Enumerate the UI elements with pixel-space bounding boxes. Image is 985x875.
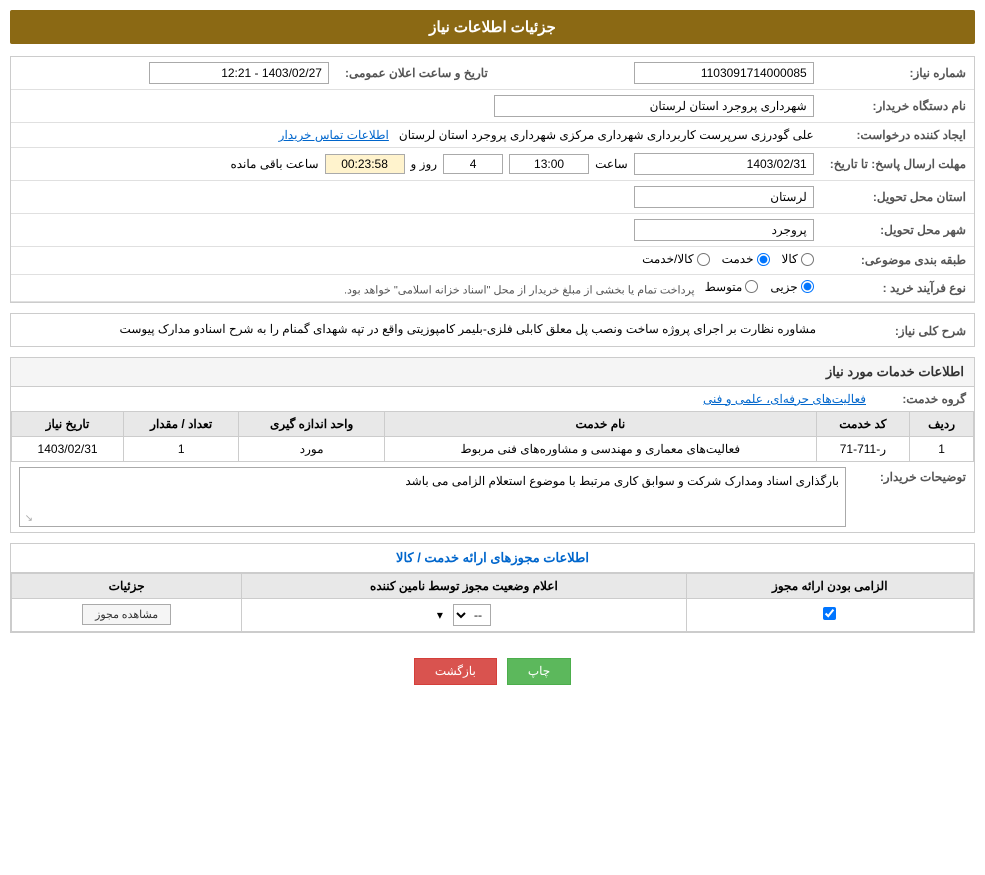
tosih-value: بارگذاری اسناد ومدارک شرکت و سوابق کاری … xyxy=(11,462,854,532)
tosih-table: توضیحات خریدار: بارگذاری اسناد ومدارک شر… xyxy=(11,462,974,532)
main-info-table: شماره نیاز: 1103091714000085 تاریخ و ساع… xyxy=(11,57,974,302)
radio-jezyi-label: جزیی xyxy=(770,280,797,294)
tosih-input: بارگذاری اسناد ومدارک شرکت و سوابق کاری … xyxy=(19,467,846,527)
tarikh-input: 1403/02/27 - 12:21 xyxy=(149,62,329,84)
ostan-input: لرستان xyxy=(634,186,814,208)
sharh-label: شرح کلی نیاز: xyxy=(824,314,974,346)
sharh-table: شرح کلی نیاز: مشاوره نظارت بر اجرای پروژ… xyxy=(11,314,974,346)
ostan-value: لرستان xyxy=(11,181,822,214)
gorooh-label: گروه خدمت: xyxy=(874,387,974,411)
license-table: الزامی بودن ارائه مجوز اعلام وضعیت مجوز … xyxy=(11,573,974,632)
tarighe-value: کالا خدمت کالا/خدمت xyxy=(11,247,822,275)
mohlat-saat-label: ساعت xyxy=(595,157,628,171)
ijad-link[interactable]: اطلاعات تماس خریدار xyxy=(279,128,389,142)
cell-kod: ر-711-71 xyxy=(816,436,910,461)
nooe-label: نوع فرآیند خرید : xyxy=(822,274,974,302)
cell-unit: مورد xyxy=(239,436,385,461)
khadamat-title: اطلاعات خدمات مورد نیاز xyxy=(11,358,974,387)
show-license-button[interactable]: مشاهده مجوز xyxy=(82,604,171,625)
print-button[interactable]: چاپ xyxy=(507,658,571,685)
shahr-input: پروجرد xyxy=(634,219,814,241)
cell-count: 1 xyxy=(124,436,239,461)
table-row: 1ر-711-71فعالیت‌های معماری و مهندسی و مش… xyxy=(12,436,974,461)
radio-khedmat-label: خدمت xyxy=(722,252,754,266)
radio-jezyi-input[interactable] xyxy=(801,280,814,293)
nooe-value: جزیی متوسط پرداخت تمام یا بخشی از مبلغ خ… xyxy=(11,274,822,302)
license-title: اطلاعات مجوزهای ارائه خدمت / کالا xyxy=(11,544,974,573)
col-elzam: الزامی بودن ارائه مجوز xyxy=(686,573,973,598)
mohlat-saat-input: 13:00 xyxy=(509,154,589,174)
radio-kala-input[interactable] xyxy=(801,253,814,266)
ijad-label: ایجاد کننده درخواست: xyxy=(822,123,974,148)
gorooh-table: گروه خدمت: فعالیت‌های حرفه‌ای، علمی و فن… xyxy=(11,387,974,411)
elam-select[interactable]: -- xyxy=(453,604,491,626)
shomara-label: شماره نیاز: xyxy=(822,57,974,90)
col-count: تعداد / مقدار xyxy=(124,411,239,436)
nooe-desc: پرداخت تمام یا بخشی از مبلغ خریدار از مح… xyxy=(344,284,695,296)
radio-motawaset-label: متوسط xyxy=(705,280,743,294)
ijad-value: علی گودرزی سرپرست کاربرداری شهرداری مرکز… xyxy=(11,123,822,148)
col-unit: واحد اندازه گیری xyxy=(239,411,385,436)
page-title: جزئیات اطلاعات نیاز xyxy=(10,10,975,44)
col-name: نام خدمت xyxy=(385,411,817,436)
back-button[interactable]: بازگشت xyxy=(414,658,497,685)
radio-kala-khedmat[interactable]: کالا/خدمت xyxy=(642,252,709,266)
radio-jezyi[interactable]: جزیی xyxy=(770,280,813,294)
cell-name: فعالیت‌های معماری و مهندسی و مشاوره‌های … xyxy=(385,436,817,461)
tarighe-label: طبقه بندی موضوعی: xyxy=(822,247,974,275)
mohlat-value: 1403/02/31 ساعت 13:00 4 روز و 00:23:58 س… xyxy=(11,148,822,181)
col-radif: ردیف xyxy=(910,411,974,436)
radio-khedmat[interactable]: خدمت xyxy=(722,252,770,266)
col-joz: جزئیات xyxy=(12,573,242,598)
services-table: ردیف کد خدمت نام خدمت واحد اندازه گیری ت… xyxy=(11,411,974,462)
col-elam: اعلام وضعیت مجوز توسط نامین کننده xyxy=(242,573,686,598)
nam-dastgah-input: شهرداری پروجرد استان لرستان xyxy=(494,95,814,117)
title-text: جزئیات اطلاعات نیاز xyxy=(429,19,556,36)
mohlat-roz-label: روز و xyxy=(411,157,438,171)
mohlat-date-input: 1403/02/31 xyxy=(634,153,814,175)
elzam-checkbox[interactable] xyxy=(823,607,836,620)
shahr-label: شهر محل تحویل: xyxy=(822,214,974,247)
shomara-value: 1103091714000085 xyxy=(496,57,822,90)
radio-motawaset-input[interactable] xyxy=(745,280,758,293)
radio-khedmat-input[interactable] xyxy=(757,253,770,266)
col-date: تاریخ نیاز xyxy=(12,411,124,436)
cell-radif: 1 xyxy=(910,436,974,461)
radio-kala-khedmat-input[interactable] xyxy=(697,253,710,266)
gorooh-link[interactable]: فعالیت‌های حرفه‌ای، علمی و فنی xyxy=(703,392,866,406)
mohlat-remaining-label: ساعت باقی مانده xyxy=(230,157,318,171)
shomara-input: 1103091714000085 xyxy=(634,62,814,84)
sharh-value: مشاوره نظارت بر اجرای پروژه ساخت ونصب پل… xyxy=(11,314,824,346)
tosih-label: توضیحات خریدار: xyxy=(854,462,974,532)
radio-kala[interactable]: کالا xyxy=(782,252,814,266)
tarikh-label: تاریخ و ساعت اعلان عمومی: xyxy=(337,57,496,90)
shahr-value: پروجرد xyxy=(11,214,822,247)
mohlat-remaining-input: 00:23:58 xyxy=(325,154,405,174)
cell-date: 1403/02/31 xyxy=(12,436,124,461)
radio-kala-khedmat-label: کالا/خدمت xyxy=(642,252,693,266)
nam-dastgah-value: شهرداری پروجرد استان لرستان xyxy=(11,90,822,123)
elzam-cell xyxy=(686,598,973,631)
ijad-text: علی گودرزی سرپرست کاربرداری شهرداری مرکز… xyxy=(399,128,814,142)
elam-cell: -- ▾ xyxy=(242,598,686,631)
radio-kala-label: کالا xyxy=(782,252,798,266)
gorooh-value: فعالیت‌های حرفه‌ای، علمی و فنی xyxy=(11,387,874,411)
tarikh-value: 1403/02/27 - 12:21 xyxy=(11,57,337,90)
ostan-label: استان محل تحویل: xyxy=(822,181,974,214)
nam-dastgah-label: نام دستگاه خریدار: xyxy=(822,90,974,123)
radio-motawaset[interactable]: متوسط xyxy=(705,280,759,294)
resize-handle: ↘ xyxy=(21,513,33,525)
mohlat-label: مهلت ارسال پاسخ: تا تاریخ: xyxy=(822,148,974,181)
mohlat-roz-input: 4 xyxy=(443,154,503,174)
license-row: -- ▾ مشاهده مجوز xyxy=(12,598,974,631)
col-kod: کد خدمت xyxy=(816,411,910,436)
joz-cell: مشاهده مجوز xyxy=(12,598,242,631)
footer-buttons: چاپ بازگشت xyxy=(10,643,975,700)
